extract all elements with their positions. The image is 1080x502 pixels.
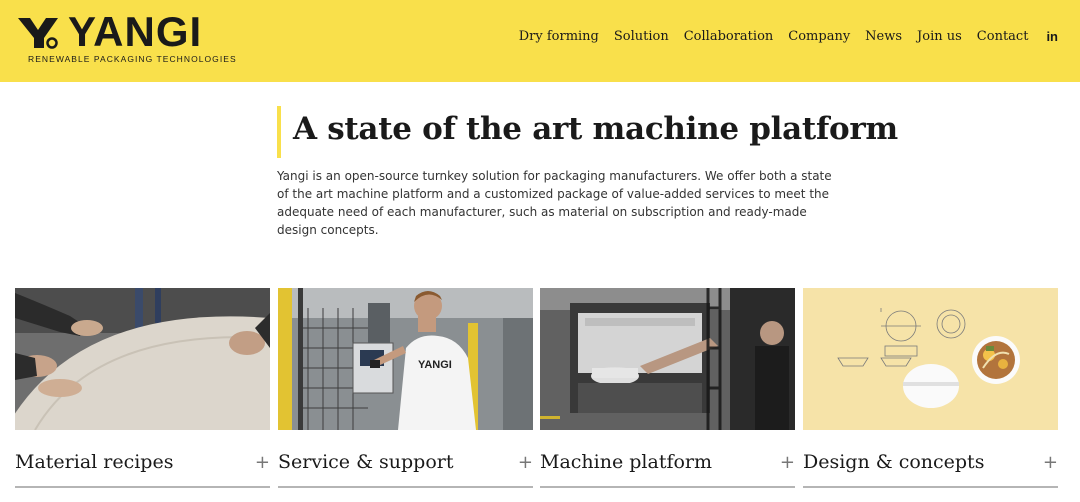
card-title: Machine platform: [540, 451, 713, 473]
intro-paragraph: Yangi is an open-source turnkey solution…: [277, 169, 832, 237]
nav-item-join-us[interactable]: Join us: [917, 29, 962, 44]
intro-section: A state of the art machine platform Yang…: [277, 106, 898, 251]
nav-item-collaboration[interactable]: Collaboration: [684, 29, 774, 44]
nav-item-contact[interactable]: Contact: [977, 29, 1029, 44]
shirt-logo: YANGI: [418, 359, 452, 371]
plus-icon[interactable]: +: [518, 452, 533, 473]
nav-item-dry-forming[interactable]: Dry forming: [519, 29, 599, 44]
design-concepts-image[interactable]: [803, 288, 1058, 430]
linkedin-icon[interactable]: in: [1046, 29, 1058, 44]
title-accent-bar: A state of the art machine platform: [277, 106, 898, 158]
brand-name: YANGI: [68, 8, 203, 55]
main-nav: Dry forming Solution Collaboration Compa…: [504, 29, 1058, 44]
card-divider: [803, 486, 1058, 488]
card-divider: [540, 486, 795, 488]
nav-item-company[interactable]: Company: [788, 29, 850, 44]
page-title: A state of the art machine platform: [293, 111, 898, 147]
card-title: Design & concepts: [803, 451, 985, 473]
service-support-image[interactable]: YANGI: [278, 288, 533, 430]
nav-item-news[interactable]: News: [865, 29, 902, 44]
card-divider: [278, 486, 533, 488]
machine-platform-image[interactable]: [540, 288, 795, 430]
brand-logo[interactable]: YANGI RENEWABLE PACKAGING TECHNOLOGIES: [16, 8, 236, 66]
site-header: YANGI RENEWABLE PACKAGING TECHNOLOGIES D…: [0, 0, 1080, 82]
yangi-logo-icon: [18, 18, 58, 49]
card-title: Material recipes: [15, 451, 174, 473]
card-title: Service & support: [278, 451, 454, 473]
plus-icon[interactable]: +: [780, 452, 795, 473]
nav-item-solution[interactable]: Solution: [614, 29, 669, 44]
plus-icon[interactable]: +: [1043, 452, 1058, 473]
plus-icon[interactable]: +: [255, 452, 270, 473]
card-divider: [15, 486, 270, 488]
brand-tagline: RENEWABLE PACKAGING TECHNOLOGIES: [28, 54, 237, 64]
material-recipes-image[interactable]: [15, 288, 270, 430]
